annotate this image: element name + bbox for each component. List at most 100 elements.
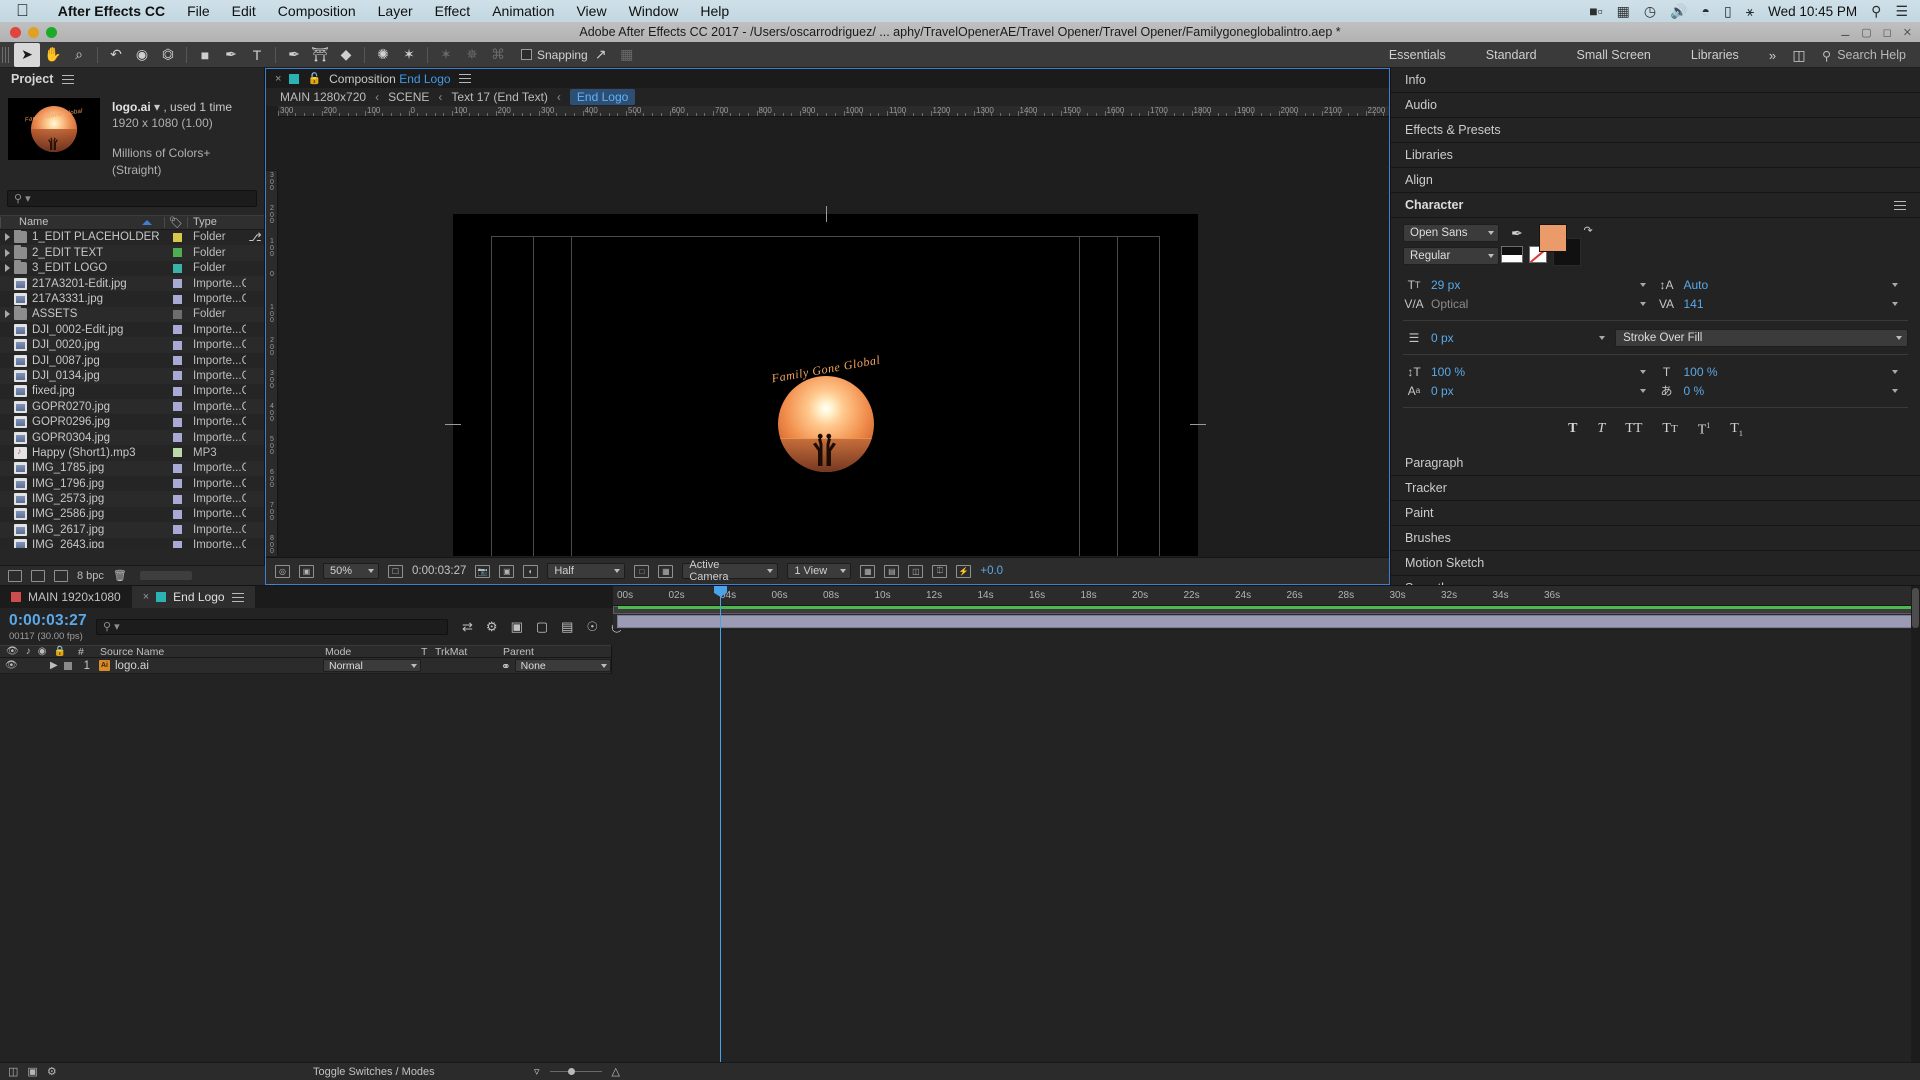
list-item[interactable]: 3_EDIT LOGO Folder	[0, 260, 264, 276]
chevron-down-icon[interactable]	[1599, 335, 1606, 340]
scrollbar-thumb[interactable]	[1912, 588, 1919, 628]
list-item[interactable]: GOPR0270.jpg Importe...G	[0, 399, 264, 415]
comp-monitor-icon[interactable]: ▣	[299, 564, 314, 578]
unified-camera-icon[interactable]: ✶	[433, 43, 459, 67]
character-panel-header[interactable]: Character	[1391, 193, 1920, 218]
chevron-down-icon[interactable]	[1892, 282, 1898, 287]
spotlight-search-icon[interactable]: ⚲	[1871, 3, 1881, 20]
stroke-width-field[interactable]: ☰ 0 px	[1403, 331, 1615, 345]
label-color-swatch[interactable]	[166, 248, 188, 258]
expand-triangle-icon[interactable]	[0, 264, 14, 273]
list-item[interactable]: IMG_1796.jpg Importe...G	[0, 476, 264, 492]
collapsed-panel-brushes[interactable]: Brushes	[1391, 526, 1920, 551]
column-header-parent[interactable]: Parent	[499, 646, 611, 658]
column-header-mode[interactable]: Mode	[321, 646, 421, 658]
chevron-down-icon[interactable]	[1639, 388, 1646, 393]
close-icon[interactable]: ×	[143, 591, 149, 603]
label-color-swatch[interactable]	[166, 386, 188, 396]
horizontal-ruler[interactable]: 300 200 100 0 100 200 300 400 500 600 700 800 900 100…	[278, 106, 1389, 117]
collapsed-panel-effects-presets[interactable]: Effects & Presets	[1391, 118, 1920, 143]
black-white-swatch-icon[interactable]	[1500, 246, 1523, 263]
list-item[interactable]: IMG_2617.jpg Importe...G	[0, 522, 264, 538]
expand-triangle-icon[interactable]	[0, 233, 14, 242]
column-header-label[interactable]: 🏷	[165, 216, 187, 229]
show-snapshot-icon[interactable]: ▣	[499, 564, 515, 578]
playhead[interactable]	[714, 586, 727, 1080]
menu-item-animation[interactable]: Animation	[481, 3, 565, 19]
project-settings-icon[interactable]	[54, 569, 68, 582]
bluetooth-icon[interactable]: ⚹	[1746, 3, 1754, 20]
transparency-grid-icon[interactable]: ▦	[658, 564, 674, 578]
chevron-down-icon[interactable]	[1892, 388, 1898, 393]
chevron-down-icon[interactable]	[1892, 369, 1898, 374]
menu-item-window[interactable]: Window	[618, 3, 690, 19]
label-color-swatch[interactable]	[166, 356, 188, 366]
column-header-name[interactable]: Name	[1, 216, 164, 228]
timeline-time-ruler[interactable]: 00s 02s 04s 06s 08s 10s 12s 14s 16s 18s 20s 22s 24s 2…	[613, 586, 1920, 606]
bit-depth-label[interactable]: 8 bpc	[77, 570, 104, 582]
eyedropper-icon[interactable]: ✒	[1511, 225, 1523, 242]
shape-tool[interactable]: ■	[192, 43, 218, 67]
fill-color-swatch[interactable]	[1538, 224, 1567, 252]
list-item[interactable]: IMG_2573.jpg Importe...G	[0, 491, 264, 507]
label-color-swatch[interactable]	[166, 509, 188, 519]
chevron-down-icon[interactable]	[1639, 301, 1646, 306]
label-color-swatch[interactable]	[166, 371, 188, 381]
eraser-tool[interactable]: ◆	[333, 43, 359, 67]
workspace-standard[interactable]: Standard	[1466, 48, 1557, 62]
label-color-swatch[interactable]	[166, 340, 188, 350]
comp-flowchart-icon[interactable]: ⎅	[932, 564, 948, 578]
lock-icon[interactable]: 🔒	[53, 646, 65, 657]
solo-toggle-icon[interactable]	[32, 660, 35, 671]
list-item[interactable]: DJI_0087.jpg Importe...G	[0, 352, 264, 369]
motion-blur-toggle-icon[interactable]: ⚙	[47, 1065, 57, 1078]
comp-timecode[interactable]: 0:00:03:27	[412, 565, 466, 577]
workspace-small-screen[interactable]: Small Screen	[1557, 48, 1671, 62]
label-color-swatch[interactable]	[166, 417, 188, 427]
layer-parent-select[interactable]: None	[514, 659, 611, 672]
toggle-switches-modes-button[interactable]: Toggle Switches / Modes	[313, 1066, 435, 1078]
snapshot-icon[interactable]: 📷	[475, 564, 491, 578]
chevron-down-icon[interactable]	[1639, 282, 1646, 287]
track-camera-icon[interactable]: ⌘	[485, 43, 511, 67]
pan-behind-tool[interactable]: ⏣	[155, 43, 181, 67]
composition-canvas[interactable]: Family Gone Global	[278, 182, 1389, 556]
layer-duration-bar[interactable]	[617, 615, 1915, 628]
breadcrumb-item-end-logo[interactable]: End Logo	[569, 89, 636, 105]
lock-toggle-icon[interactable]	[41, 660, 44, 671]
list-item[interactable]: IMG_1785.jpg Importe...G	[0, 460, 264, 476]
font-style-select[interactable]: Regular	[1403, 247, 1499, 265]
menu-item-composition[interactable]: Composition	[267, 3, 367, 19]
timeline-tab-end-logo[interactable]: × End Logo	[131, 586, 255, 608]
airplay-icon[interactable]: ▦	[1617, 3, 1630, 20]
project-file-list[interactable]: 1_EDIT PLACEHOLDER Folder ⎇ 2_EDIT TEXT Fold…	[0, 229, 264, 548]
list-item[interactable]: IMG_2586.jpg Importe...G	[0, 506, 264, 523]
list-item[interactable]: IMG_2643.jpg Importe...G	[0, 537, 264, 548]
snap-grid-icon[interactable]: ▦	[614, 43, 640, 67]
region-of-interest-icon[interactable]: ☐	[388, 564, 403, 578]
panel-menu-icon[interactable]	[458, 74, 471, 83]
workspace-more-button[interactable]: »	[1759, 48, 1786, 63]
channel-icon[interactable]: ◐	[523, 564, 539, 578]
list-item[interactable]: 217A3331.jpg Importe...G	[0, 291, 264, 307]
collapsed-panel-paragraph[interactable]: Paragraph	[1391, 451, 1920, 476]
toolbar-grip[interactable]	[2, 46, 11, 63]
clock-icon[interactable]: ◷	[1644, 3, 1656, 20]
collapsed-panel-info[interactable]: Info	[1391, 68, 1920, 93]
workspace-layout-icon[interactable]: ◫	[1786, 43, 1812, 67]
view-layout-select[interactable]: 1 View	[787, 563, 852, 579]
kerning-field[interactable]: V/A Optical	[1403, 297, 1656, 311]
live-update-icon[interactable]: ⚙	[486, 619, 498, 635]
mac-clock[interactable]: Wed 10:45 PM	[1768, 4, 1857, 19]
project-item-name[interactable]: logo.ai	[112, 100, 151, 114]
clone-stamp-tool[interactable]: ⛩	[307, 43, 333, 67]
help-search-input[interactable]: ⚲ Search Help	[1812, 48, 1920, 63]
breadcrumb-item-scene[interactable]: SCENE	[388, 90, 429, 104]
zoom-tool[interactable]: ⌕	[66, 43, 92, 67]
parent-pickwhip-icon[interactable]: ⚭	[501, 659, 511, 673]
composition-mini-flowchart-icon[interactable]: ⇄	[462, 619, 473, 635]
audio-toggle-icon[interactable]	[24, 660, 27, 671]
column-header-type[interactable]: Type	[188, 216, 246, 228]
label-color-swatch[interactable]	[166, 279, 188, 289]
draft-3d-icon[interactable]: ▣	[511, 619, 523, 635]
